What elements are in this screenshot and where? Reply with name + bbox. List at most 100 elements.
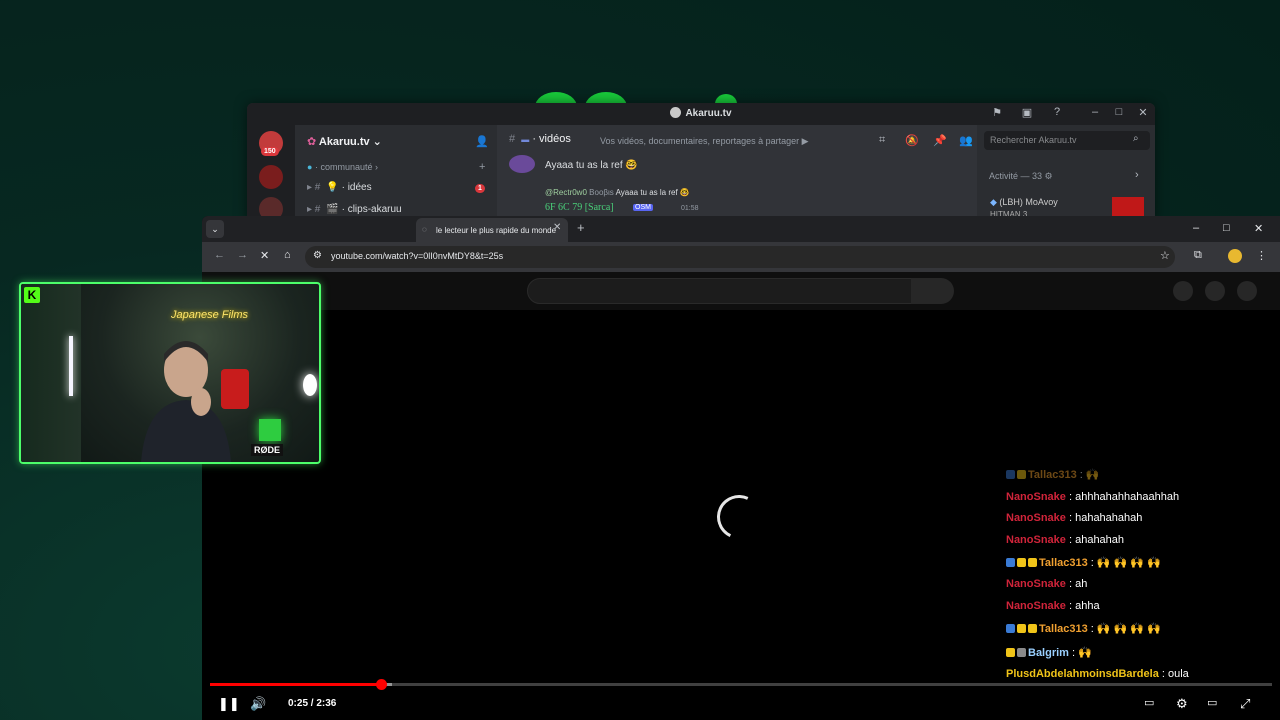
chat-badge-icon <box>1006 558 1015 567</box>
theater-mode-icon[interactable]: ▭ <box>1207 696 1217 709</box>
url-text[interactable]: youtube.com/watch?v=0lI0nvMtDY8&t=25s <box>331 251 503 261</box>
browser-tab[interactable]: ◌ le lecteur le plus rapide du monde <box>416 218 568 242</box>
extensions-icon[interactable]: ⧉ <box>1194 249 1202 262</box>
stop-loading-icon[interactable]: ✕ <box>260 249 269 262</box>
chat-message: NanoSnake : ahha <box>1006 600 1100 612</box>
chat-text: : 🙌 🙌 🙌 🙌 <box>1087 557 1161 569</box>
youtube-search-button[interactable] <box>911 278 954 304</box>
tab-close-icon[interactable]: ✕ <box>553 222 561 233</box>
maximize-button[interactable]: □ <box>1109 106 1129 118</box>
profile-avatar[interactable] <box>1228 249 1242 263</box>
help-icon[interactable]: ? <box>1047 106 1067 118</box>
discord-search-input[interactable]: Rechercher Akaruu.tv <box>984 131 1150 150</box>
message-time: 01:58 <box>681 205 699 212</box>
close-button[interactable]: ✕ <box>1133 106 1153 119</box>
tab-title: le lecteur le plus rapide du monde <box>436 226 557 235</box>
chat-username[interactable]: Tallac313 <box>1039 623 1088 635</box>
minimize-button[interactable]: – <box>1193 222 1199 234</box>
chat-badge-icon <box>1028 558 1037 567</box>
chat-message: Tallac313 : 🙌 🙌 🙌 🙌 <box>1006 622 1161 635</box>
maximize-button[interactable]: □ <box>1223 222 1230 234</box>
channel-header: # ▬ · vidéos <box>509 133 571 145</box>
chat-message: NanoSnake : ahhhahahhahaahhah <box>1006 491 1179 503</box>
members-icon[interactable]: 👥 <box>959 134 973 147</box>
site-info-icon[interactable]: ⚙ <box>313 250 322 261</box>
forward-icon[interactable]: → <box>237 249 248 261</box>
progress-fill <box>210 683 381 686</box>
mute-icon[interactable]: 🔕 <box>905 134 919 147</box>
youtube-search-input[interactable] <box>527 278 912 304</box>
chat-username[interactable]: NanoSnake <box>1006 578 1066 590</box>
chat-message: NanoSnake : ahahahah <box>1006 534 1124 546</box>
chat-text: : 🙌 <box>1068 647 1092 659</box>
tab-strip <box>202 216 1280 242</box>
tab-search-button[interactable]: ⌄ <box>206 220 224 238</box>
reply-preview: @Rectr0w0 Βοοβιs Ayaaa tu as la ref 🤓 <box>545 188 690 197</box>
add-member-icon[interactable]: 👤 <box>475 135 489 148</box>
chat-username[interactable]: Tallac313 <box>1028 469 1077 481</box>
chat-text: : ahhhahahhahaahhah <box>1065 491 1180 503</box>
lamp <box>303 374 317 396</box>
volume-icon[interactable]: 🔊 <box>250 696 266 712</box>
guild-name[interactable]: ✿ Akaruu.tv ⌄ <box>307 135 382 148</box>
chat-text: : ahha <box>1065 600 1100 612</box>
light-tube <box>69 336 73 396</box>
role-badge: OSM <box>633 204 653 211</box>
server-avatar[interactable] <box>259 165 283 189</box>
chat-username[interactable]: NanoSnake <box>1006 491 1066 503</box>
category-label[interactable]: ● · communauté › <box>307 162 378 172</box>
chat-message: NanoSnake : ah <box>1006 578 1087 590</box>
chat-badge-icon <box>1017 470 1026 479</box>
new-tab-button[interactable]: + <box>577 220 585 235</box>
green-light <box>259 419 281 441</box>
chat-text: : 🙌 <box>1076 469 1100 481</box>
pin-icon[interactable]: 📌 <box>933 134 947 147</box>
activity-item[interactable]: ◆ (LBH) MoAvoy <box>990 197 1058 208</box>
chat-message: Tallac313 : 🙌 <box>1006 468 1100 481</box>
back-icon[interactable]: ← <box>214 249 225 261</box>
chat-username[interactable]: Tallac313 <box>1039 557 1088 569</box>
user-avatar[interactable] <box>509 155 535 173</box>
add-channel-icon[interactable]: + <box>479 161 485 173</box>
menu-icon[interactable]: ⋮ <box>1256 249 1267 262</box>
streamer-silhouette <box>141 341 231 462</box>
activity-label: Activité — 33 ⚙ <box>989 171 1053 181</box>
subtitles-icon[interactable]: ▭ <box>1144 696 1154 709</box>
chat-text: : ahahahah <box>1065 534 1125 546</box>
screen-icon[interactable]: ▣ <box>1017 106 1037 119</box>
minimize-button[interactable]: – <box>1085 106 1105 118</box>
bookmark-star-icon[interactable]: ☆ <box>1160 249 1170 262</box>
message-author[interactable]: 6F 6C 79 [Sarca] <box>545 202 614 213</box>
chat-text: : hahahahahah <box>1065 512 1143 524</box>
chat-username[interactable]: NanoSnake <box>1006 512 1066 524</box>
account-avatar[interactable] <box>1237 281 1257 301</box>
pause-icon[interactable]: ❚❚ <box>218 696 240 712</box>
close-button[interactable]: ✕ <box>1254 222 1263 235</box>
kick-logo-icon: K <box>24 287 40 303</box>
chat-username[interactable]: PlusdAbdelahmoinsdBardela <box>1006 668 1159 680</box>
chat-badge-icon <box>1006 648 1015 657</box>
home-icon[interactable]: ⌂ <box>284 249 291 261</box>
settings-icon[interactable]: ⚙ <box>1176 696 1188 712</box>
chat-badge-icon <box>1017 558 1026 567</box>
chat-username[interactable]: NanoSnake <box>1006 534 1066 546</box>
loading-icon: ◌ <box>422 225 427 234</box>
chat-message: Balgrim : 🙌 <box>1006 646 1092 659</box>
chat-text: : 🙌 🙌 🙌 🙌 <box>1087 623 1161 635</box>
chat-message: NanoSnake : hahahahahah <box>1006 512 1142 524</box>
scrubber-handle[interactable] <box>375 679 387 690</box>
time-display: 0:25 / 2:36 <box>288 698 337 709</box>
progress-bar[interactable] <box>210 679 1272 690</box>
threads-icon[interactable]: ⌗ <box>879 134 885 147</box>
notifications-icon[interactable] <box>1205 281 1225 301</box>
fullscreen-icon[interactable]: ⤢ <box>1240 696 1250 712</box>
channel-item-idees[interactable]: ▸ # 💡 · idées <box>307 182 372 193</box>
server-icon <box>670 107 682 118</box>
create-icon[interactable] <box>1173 281 1193 301</box>
chat-message: Tallac313 : 🙌 🙌 🙌 🙌 <box>1006 556 1161 569</box>
chat-username[interactable]: NanoSnake <box>1006 600 1066 612</box>
channel-item-clips[interactable]: ▸ # 🎬 · clips-akaruu <box>307 204 402 215</box>
chat-username[interactable]: Balgrim <box>1028 647 1069 659</box>
inbox-icon[interactable]: ⚑ <box>987 106 1007 119</box>
chevron-right-icon[interactable]: › <box>1135 169 1139 181</box>
